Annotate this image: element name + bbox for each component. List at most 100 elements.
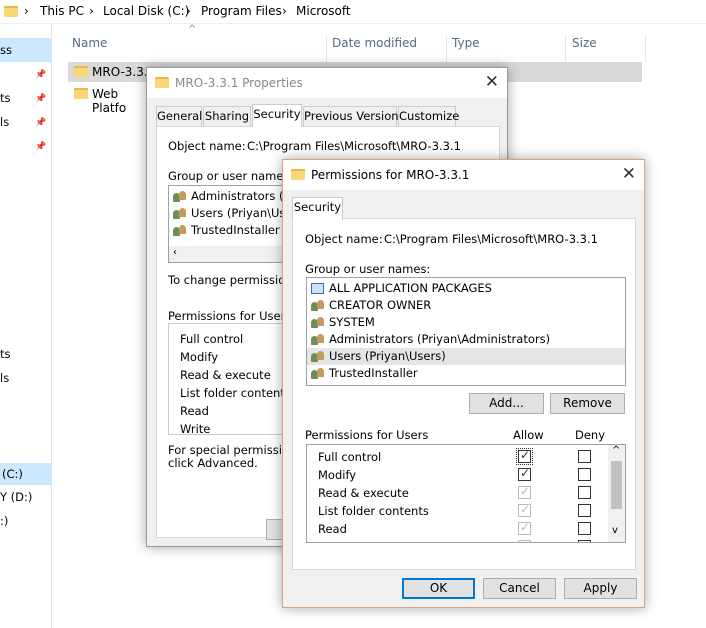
- tab-customize[interactable]: Customize: [398, 106, 459, 127]
- deny-list-folder-checkbox[interactable]: [578, 504, 591, 517]
- chevron-right-icon: ›: [186, 4, 191, 18]
- users-icon: [173, 208, 186, 219]
- allow-list-folder-checkbox[interactable]: [518, 502, 531, 517]
- users-icon: [311, 368, 324, 379]
- perm-label: Modify: [180, 350, 219, 364]
- remove-button[interactable]: Remove: [550, 393, 625, 414]
- deny-write-checkbox[interactable]: [578, 540, 591, 542]
- perm-label: Write: [180, 422, 211, 436]
- chevron-right-icon: ›: [282, 4, 287, 18]
- column-date-modified[interactable]: Date modified: [332, 36, 417, 50]
- nav-item[interactable]: ts: [0, 347, 11, 361]
- perm-label: Full control: [180, 332, 244, 346]
- object-name-label: Object name:: [305, 232, 383, 246]
- permissions-label: Permissions for Users: [168, 309, 292, 323]
- users-icon: [311, 300, 324, 311]
- breadcrumb-program-files[interactable]: Program Files: [201, 4, 282, 18]
- users-list[interactable]: Administrators (Priya Users (Priyan\User…: [168, 185, 312, 263]
- list-item[interactable]: Users (Priyan\Users: [169, 205, 303, 222]
- chevron-left-icon[interactable]: ‹: [173, 247, 177, 258]
- dialog-title: Permissions for MRO-3.3.1: [311, 168, 470, 182]
- nav-item-quick-access[interactable]: ss: [0, 38, 52, 62]
- close-icon[interactable]: ✕: [485, 72, 499, 92]
- chevron-up-icon[interactable]: ^: [612, 445, 620, 456]
- tab-previous-versions[interactable]: Previous Versions: [303, 106, 405, 127]
- file-name: Web Platfo: [92, 87, 127, 115]
- column-name[interactable]: Name: [72, 36, 107, 50]
- list-item[interactable]: SYSTEM: [307, 314, 625, 331]
- list-item[interactable]: TrustedInstaller: [307, 365, 625, 382]
- folder-icon: [74, 66, 88, 77]
- list-item-selected[interactable]: Users (Priyan\Users): [307, 348, 625, 365]
- breadcrumb-local-disk[interactable]: Local Disk (C:): [103, 4, 189, 18]
- nav-item[interactable]: ts: [0, 91, 11, 105]
- nav-item-local-disk[interactable]: (C:): [0, 463, 52, 485]
- permissions-list: Full control Modify Read & execute List …: [168, 323, 291, 436]
- group-label: Group or user names:: [305, 262, 431, 276]
- folder-icon: [155, 77, 169, 88]
- nav-item[interactable]: :): [0, 514, 8, 528]
- ok-button[interactable]: OK: [402, 578, 475, 599]
- permissions-titlebar[interactable]: Permissions for MRO-3.3.1 ✕: [283, 160, 644, 190]
- permissions-label: Permissions for Users: [305, 428, 429, 442]
- perm-label: Read: [180, 404, 209, 418]
- deny-header: Deny: [575, 428, 606, 442]
- special-permissions-text: click Advanced.: [168, 456, 258, 470]
- chevron-right-icon: ›: [24, 4, 29, 18]
- deny-read-checkbox[interactable]: [578, 522, 591, 535]
- deny-modify-checkbox[interactable]: [578, 468, 591, 481]
- list-item[interactable]: TrustedInstaller: [169, 222, 287, 239]
- users-list[interactable]: ALL APPLICATION PACKAGES CREATOR OWNER S…: [306, 277, 626, 386]
- list-item[interactable]: Administrators (Priyan\Administrators): [307, 331, 625, 348]
- allow-header: Allow: [513, 428, 544, 442]
- object-name-value: C:\Program Files\Microsoft\MRO-3.3.1: [384, 232, 598, 246]
- deny-read-execute-checkbox[interactable]: [578, 486, 591, 499]
- properties-titlebar[interactable]: MRO-3.3.1 Properties ✕: [147, 68, 507, 98]
- allow-read-checkbox[interactable]: [518, 520, 531, 535]
- tab-security[interactable]: Security: [292, 197, 343, 220]
- chevron-down-icon[interactable]: v: [612, 525, 618, 536]
- list-item[interactable]: CREATOR OWNER: [307, 297, 625, 314]
- cancel-button[interactable]: Cancel: [483, 578, 556, 599]
- file-row[interactable]: Web Platfo: [68, 84, 148, 115]
- pin-icon: 📌: [35, 142, 47, 152]
- nav-item[interactable]: ls: [0, 115, 9, 129]
- horizontal-scrollbar[interactable]: ‹: [169, 246, 287, 262]
- allow-read-execute-checkbox[interactable]: [518, 484, 531, 499]
- nav-item[interactable]: ls: [0, 371, 9, 385]
- nav-item-drive-d[interactable]: Y (D:): [0, 490, 32, 504]
- window-title: MRO-3.3.1 Properties: [175, 76, 303, 90]
- apply-button[interactable]: Apply: [564, 578, 637, 599]
- perm-label: List folder contents: [180, 386, 291, 400]
- deny-full-control-checkbox[interactable]: [578, 450, 591, 463]
- permissions-list: Full control Modify Read & execute List …: [306, 444, 626, 543]
- nav-pane: ss ts ls 📌 📌 📌 📌 ts ls (C:) Y (D:) :): [0, 24, 52, 628]
- allow-write-checkbox[interactable]: [518, 538, 531, 542]
- folder-icon: [74, 88, 88, 99]
- perm-label: List folder contents: [318, 504, 429, 518]
- package-icon: [311, 283, 324, 294]
- allow-full-control-checkbox[interactable]: [516, 448, 533, 465]
- sort-up-icon: ^: [188, 24, 197, 35]
- breadcrumb-this-pc[interactable]: This PC: [40, 4, 84, 18]
- tab-general[interactable]: General: [156, 106, 202, 127]
- column-type[interactable]: Type: [452, 36, 480, 50]
- allow-modify-checkbox[interactable]: [518, 466, 531, 481]
- column-size[interactable]: Size: [572, 36, 597, 50]
- perm-label: Read & execute: [180, 368, 271, 382]
- list-item[interactable]: ALL APPLICATION PACKAGES: [307, 280, 625, 297]
- pin-icon: 📌: [35, 118, 47, 128]
- scrollbar-thumb[interactable]: [611, 461, 622, 509]
- breadcrumb-microsoft[interactable]: Microsoft: [296, 4, 351, 18]
- list-item[interactable]: Administrators (Priya: [169, 188, 312, 205]
- folder-icon: [4, 6, 18, 17]
- vertical-scrollbar[interactable]: ^ v: [608, 445, 625, 542]
- tab-sharing[interactable]: Sharing: [203, 106, 251, 127]
- tab-security[interactable]: Security: [252, 104, 302, 127]
- perm-label: Read & execute: [318, 486, 409, 500]
- perm-label: Full control: [318, 450, 382, 464]
- users-icon: [311, 334, 324, 345]
- users-icon: [173, 225, 186, 236]
- close-icon[interactable]: ✕: [622, 164, 636, 184]
- add-button[interactable]: Add...: [469, 393, 544, 414]
